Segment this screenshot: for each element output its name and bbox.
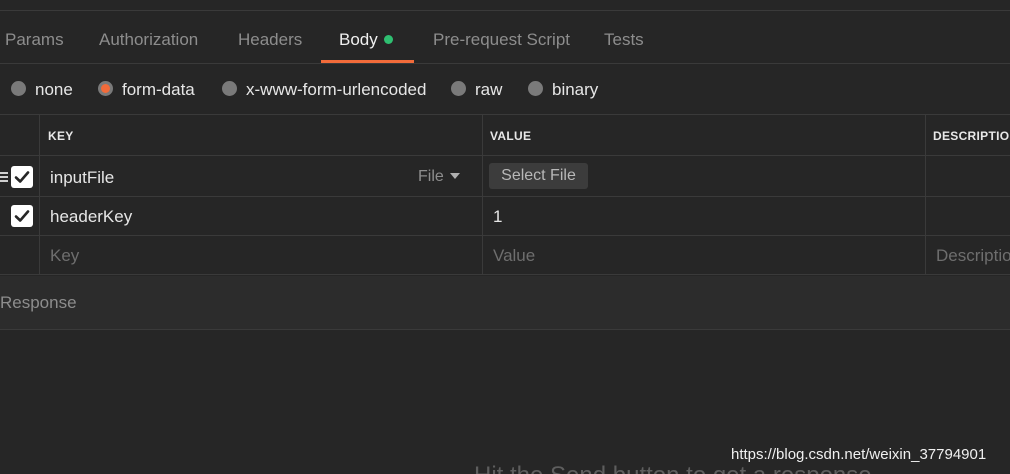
radio-icon — [11, 81, 26, 96]
tab-label: Body — [339, 30, 378, 49]
tab-label: Pre-request Script — [433, 30, 570, 49]
divider — [0, 196, 1010, 197]
radio-icon — [222, 81, 237, 96]
radio-icon — [528, 81, 543, 96]
key-input[interactable]: Key — [50, 246, 79, 266]
divider — [0, 274, 1010, 275]
tab-label: Authorization — [99, 30, 199, 49]
tab-pre-request-script[interactable]: Pre-request Script — [433, 14, 570, 64]
key-cell[interactable]: inputFile — [50, 168, 114, 188]
response-label: Response — [0, 293, 77, 312]
radio-label: binary — [552, 80, 599, 99]
empty-response-hint: Hit the Send button to get a response — [474, 462, 872, 474]
key-type-dropdown[interactable]: File — [418, 168, 460, 186]
description-input[interactable]: Descriptio — [936, 246, 1010, 266]
tab-authorization[interactable]: Authorization — [99, 14, 198, 64]
column-header-key: KEY — [48, 129, 74, 143]
divider — [925, 114, 926, 275]
radio-label: x-www-form-urlencoded — [246, 80, 427, 99]
radio-label: raw — [475, 80, 503, 99]
select-file-button[interactable]: Select File — [489, 163, 588, 189]
divider — [482, 114, 483, 275]
caret-down-icon — [449, 173, 460, 179]
radio-icon — [451, 81, 466, 96]
divider — [39, 114, 40, 275]
tab-headers[interactable]: Headers — [238, 14, 302, 64]
watermark: https://blog.csdn.net/weixin_37794901 — [731, 446, 987, 463]
request-tabs: Params Authorization Headers Body Pre-re… — [0, 14, 1010, 64]
tab-body[interactable]: Body — [339, 14, 393, 64]
body-type-selector: none form-data x-www-form-urlencoded raw… — [0, 64, 1010, 114]
tab-label: Headers — [238, 30, 303, 49]
value-cell[interactable]: 1 — [493, 207, 502, 227]
tab-tests[interactable]: Tests — [604, 14, 644, 64]
value-input[interactable]: Value — [493, 246, 535, 266]
response-panel-header[interactable]: Response — [0, 276, 1010, 329]
divider — [0, 329, 1010, 330]
checkbox-check-icon — [14, 210, 30, 222]
row-checkbox[interactable] — [11, 166, 33, 188]
column-header-value: VALUE — [490, 129, 532, 143]
green-dot-icon — [383, 35, 393, 44]
radio-selected-icon — [98, 81, 113, 96]
radio-label: none — [35, 80, 73, 99]
tab-params[interactable]: Params — [5, 14, 64, 64]
checkbox-check-icon — [14, 171, 30, 183]
drag-handle-icon[interactable] — [0, 172, 8, 183]
column-header-description: DESCRIPTIO — [933, 129, 1010, 143]
key-type-label: File — [418, 168, 444, 185]
divider — [0, 235, 1010, 236]
row-checkbox[interactable] — [11, 205, 33, 227]
top-strip — [0, 0, 1010, 12]
key-cell[interactable]: headerKey — [50, 207, 132, 227]
tab-label: Tests — [604, 30, 644, 49]
tab-label: Params — [5, 30, 64, 49]
radio-label: form-data — [122, 80, 195, 99]
